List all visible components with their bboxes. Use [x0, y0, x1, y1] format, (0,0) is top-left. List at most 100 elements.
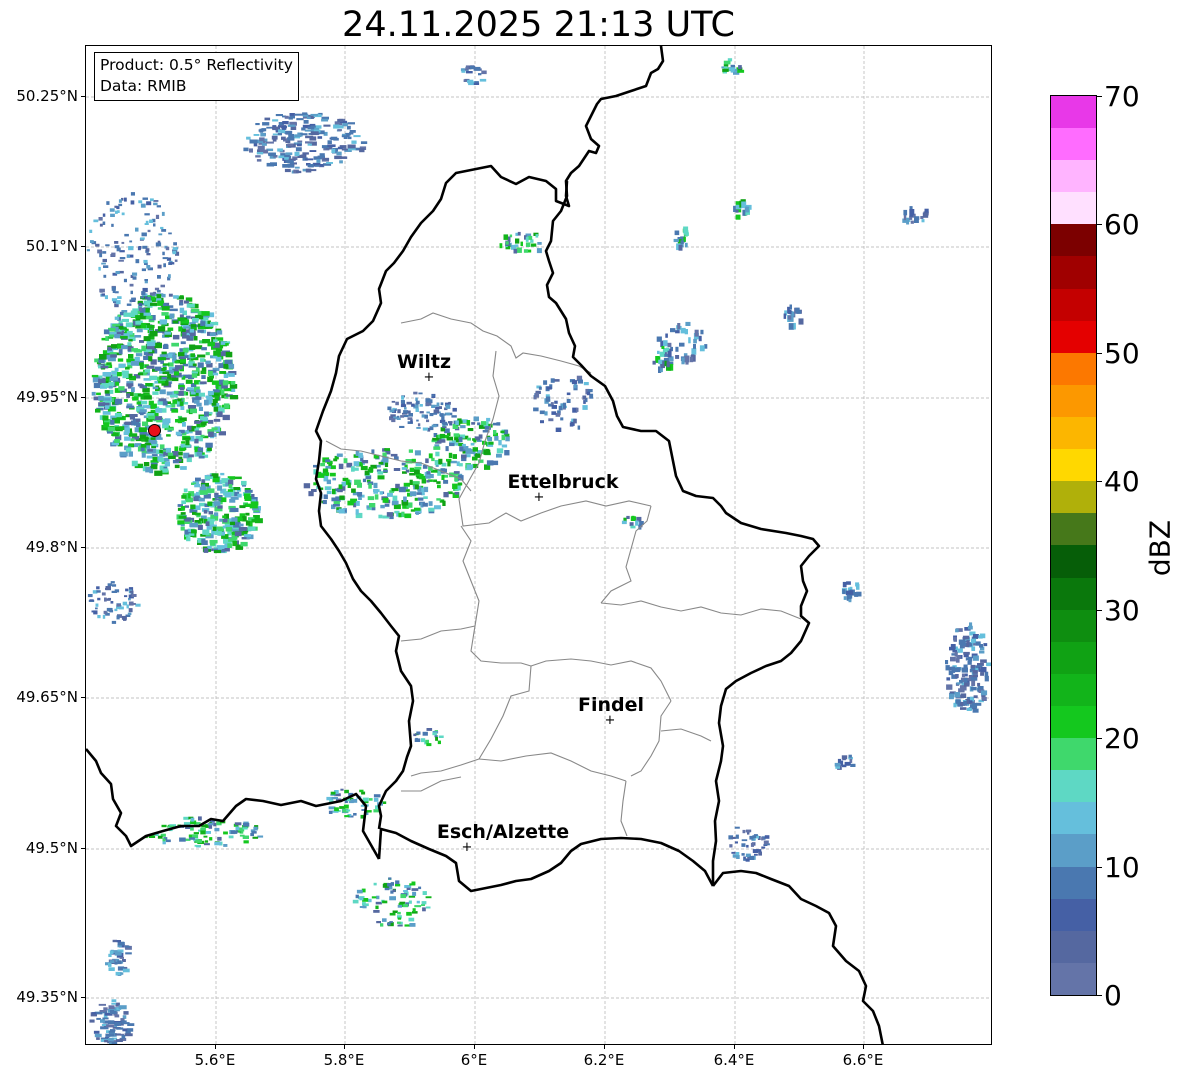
echo-cell: [172, 247, 178, 251]
echo-cell: [741, 843, 746, 847]
echo-cell: [224, 492, 232, 498]
echo-cell: [106, 201, 110, 205]
echo-cell: [201, 347, 207, 351]
echo-cell: [664, 353, 668, 357]
echo-cell: [558, 405, 563, 411]
echo-cell: [842, 581, 847, 588]
echo-cell: [467, 428, 474, 432]
echo-cell: [387, 492, 393, 497]
radar-map[interactable]: [85, 45, 992, 1045]
echo-cell: [317, 473, 325, 478]
echo-cell: [97, 597, 101, 601]
echo-cell: [185, 379, 193, 384]
echo-cell: [955, 628, 959, 633]
echo-cell: [205, 442, 213, 448]
echo-cell: [336, 151, 342, 156]
echo-cell: [117, 960, 122, 965]
echo-cell: [422, 731, 428, 736]
echo-cell: [317, 136, 323, 139]
echo-cell: [323, 494, 328, 500]
echo-cell: [428, 501, 433, 506]
echo-cell: [343, 804, 349, 809]
echo-cell: [693, 338, 697, 344]
echo-cell: [118, 203, 123, 207]
echo-cell: [346, 809, 351, 812]
echo-cell: [110, 213, 115, 217]
echo-cell: [358, 452, 363, 459]
echo-cell: [174, 365, 183, 370]
echo-cell: [212, 526, 217, 531]
echo-cell: [635, 520, 639, 526]
echo-cell: [218, 431, 226, 436]
echo-cell: [572, 380, 578, 385]
echo-cell: [680, 240, 684, 244]
echo-cell: [409, 883, 416, 886]
echo-cell: [139, 409, 147, 413]
echo-cell: [403, 904, 409, 908]
echo-cell: [429, 413, 434, 417]
lat-label: 49.5°N: [25, 839, 78, 857]
echo-cell: [249, 503, 258, 509]
echo-cell: [282, 164, 290, 168]
echo-cell: [93, 1030, 100, 1034]
echo-cell: [103, 422, 110, 428]
echo-cell: [501, 444, 508, 448]
echo-cell: [955, 658, 960, 663]
echo-cell: [117, 296, 122, 299]
echo-cell: [159, 319, 168, 325]
lat-tick: [81, 697, 85, 698]
echo-cell: [243, 147, 249, 152]
echo-cell: [950, 644, 956, 650]
echo-cell: [406, 887, 411, 890]
echo-cell: [141, 345, 146, 352]
echo-cell: [228, 363, 235, 369]
echo-cell: [128, 354, 134, 359]
echo-cell: [213, 406, 218, 412]
city-label-wiltz: Wiltz: [396, 351, 452, 373]
echo-cell: [483, 449, 491, 455]
echo-cell: [311, 489, 317, 492]
echo-cell: [129, 433, 138, 437]
echo-cell: [467, 79, 474, 84]
echo-cell: [373, 482, 378, 489]
echo-cell: [723, 60, 731, 65]
city-label-esch-alzette: Esch/Alzette: [436, 821, 570, 843]
echo-cell: [353, 135, 361, 138]
echo-cell: [789, 304, 792, 310]
echo-cell: [114, 334, 121, 339]
echo-cell: [140, 237, 145, 240]
echo-cell: [160, 226, 164, 230]
echo-cell: [234, 476, 242, 480]
echo-cell: [846, 581, 851, 585]
echo-cell: [223, 831, 228, 835]
echo-cell: [305, 135, 314, 139]
echo-cell: [472, 447, 478, 452]
echo-cell: [203, 843, 210, 846]
echo-cell: [966, 707, 972, 711]
colorbar-segment: [1051, 641, 1096, 674]
echo-cell: [116, 300, 121, 305]
echo-cell: [229, 395, 239, 400]
echo-cell: [473, 82, 480, 85]
lat-tick: [81, 246, 85, 247]
echo-cell: [404, 924, 411, 927]
echo-cell: [95, 408, 101, 413]
echo-cell: [168, 293, 173, 297]
echo-cell: [376, 921, 381, 924]
echo-cell: [355, 894, 359, 899]
echo-cell: [129, 240, 133, 243]
echo-cell: [143, 336, 151, 342]
echo-cell: [187, 387, 194, 391]
echo-cell: [684, 355, 690, 363]
echo-cell: [174, 259, 178, 262]
echo-cell: [204, 411, 209, 417]
echo-cell: [185, 440, 190, 446]
colorbar-segment: [1051, 866, 1096, 899]
echo-cell: [700, 329, 704, 335]
echo-cell: [159, 389, 166, 395]
echo-cell: [123, 312, 132, 317]
echo-cell: [452, 454, 457, 459]
echo-cell: [479, 78, 487, 82]
echo-cell: [190, 391, 196, 395]
echo-cell: [583, 382, 589, 386]
